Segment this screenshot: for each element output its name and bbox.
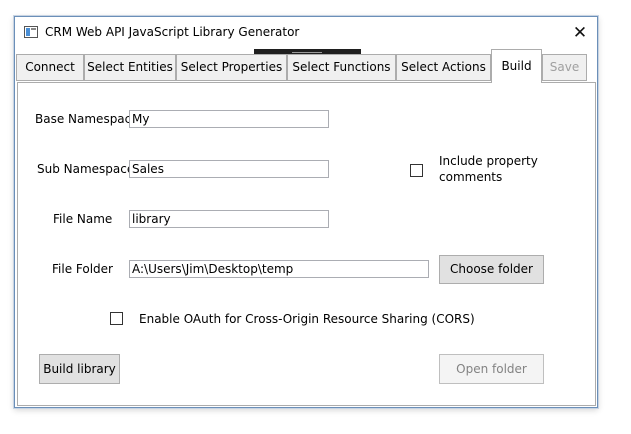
base-namespace-label: Base Namespace [35,112,139,126]
title-bar[interactable]: CRM Web API JavaScript Library Generator… [15,17,597,49]
enable-oauth-label: Enable OAuth for Cross-Origin Resource S… [139,312,475,326]
tab-connect[interactable]: Connect [16,54,84,81]
open-folder-button: Open folder [439,354,544,384]
include-property-comments-label-line2: comments [439,170,503,184]
app-window: CRM Web API JavaScript Library Generator… [14,16,598,408]
close-icon[interactable]: ✕ [563,17,597,49]
file-folder-label: File Folder [52,262,113,276]
tab-select-actions[interactable]: Select Actions [396,54,491,81]
choose-folder-button[interactable]: Choose folder [439,255,544,284]
base-namespace-input[interactable] [129,110,329,128]
build-library-button[interactable]: Build library [39,354,120,384]
tab-select-functions[interactable]: Select Functions [287,54,396,81]
file-name-input[interactable] [129,210,329,228]
app-window-icon [24,26,38,38]
tab-select-properties[interactable]: Select Properties [176,54,287,81]
include-property-comments-checkbox[interactable] [410,164,423,177]
file-folder-input[interactable] [129,260,429,278]
window-title: CRM Web API JavaScript Library Generator [45,25,300,39]
sub-namespace-label: Sub Namespace [37,162,135,176]
file-name-label: File Name [53,212,113,226]
tab-build[interactable]: Build [491,49,542,83]
tab-save: Save [542,54,587,81]
build-panel: Base Namespace Sub Namespace Include pro… [17,82,596,406]
tab-select-entities[interactable]: Select Entities [84,54,176,81]
enable-oauth-checkbox[interactable] [110,312,123,325]
sub-namespace-input[interactable] [129,160,329,178]
include-property-comments-label-line1: Include property [439,154,538,168]
